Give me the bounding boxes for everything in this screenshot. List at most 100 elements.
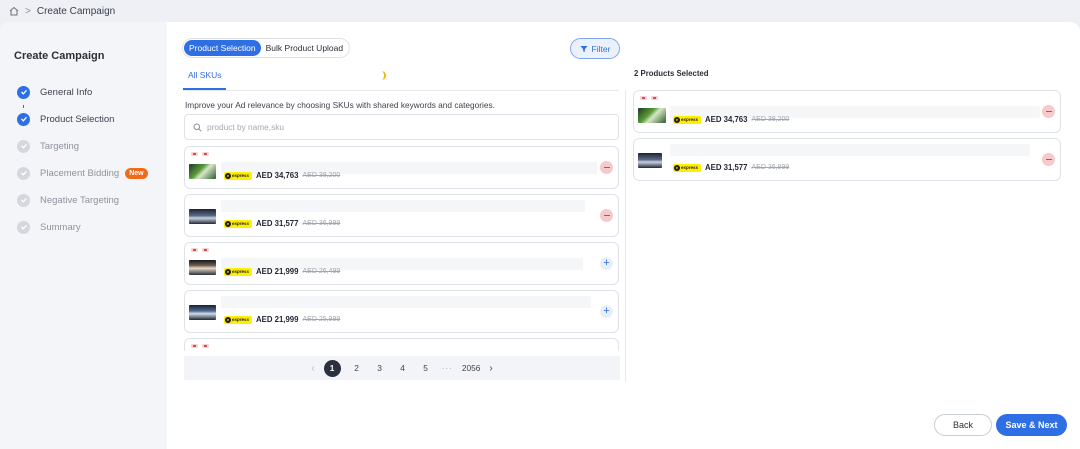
- product-tags: [191, 344, 209, 348]
- express-badge: e express: [224, 267, 252, 276]
- check-icon: [17, 166, 30, 180]
- remove-product-button[interactable]: [600, 209, 613, 222]
- product-card[interactable]: e express AED 21,999 AED 26,499 +: [184, 242, 619, 285]
- save-next-button[interactable]: Save & Next: [996, 414, 1067, 436]
- check-icon: [17, 85, 30, 99]
- add-product-button[interactable]: +: [600, 257, 613, 270]
- filter-icon: [580, 45, 588, 52]
- step-label: Product Selection: [40, 113, 115, 125]
- selected-product-card: e express AED 34,763 AED 38,200: [633, 90, 1061, 133]
- relevance-hint: Improve your Ad relevance by choosing SK…: [185, 100, 495, 110]
- check-icon: [17, 139, 30, 153]
- breadcrumb: > Create Campaign: [0, 0, 1080, 22]
- home-icon[interactable]: [9, 6, 19, 16]
- express-badge: e express: [224, 315, 252, 324]
- product-thumbnail: [189, 209, 216, 224]
- product-old-price: AED 26,499: [302, 268, 341, 275]
- price-row: e express AED 21,999 AED 26,499: [224, 267, 340, 276]
- price-row: e express AED 34,763 AED 38,200: [673, 115, 789, 124]
- flag-icon: [191, 248, 198, 252]
- sidebar-title: Create Campaign: [14, 50, 105, 62]
- tab-bulk-product-upload[interactable]: Bulk Product Upload: [261, 40, 349, 56]
- flag-icon: [640, 96, 647, 100]
- back-button[interactable]: Back: [934, 414, 992, 436]
- page-1[interactable]: 1: [323, 359, 341, 377]
- product-card[interactable]: e express AED 34,763 AED 38,200: [184, 146, 619, 189]
- filter-label: Filter: [591, 43, 611, 54]
- new-badge: New: [125, 167, 148, 179]
- search-field[interactable]: [184, 114, 619, 140]
- step-placement-bidding[interactable]: Placement Bidding New: [17, 166, 148, 180]
- tab-product-selection[interactable]: Product Selection: [184, 40, 261, 56]
- flag-icon: [202, 152, 209, 156]
- tab-all-skus[interactable]: All SKUs: [188, 70, 222, 80]
- step-label: General Info: [40, 86, 93, 98]
- product-old-price: AED 36,999: [302, 220, 341, 227]
- prev-page-icon[interactable]: ‹: [311, 363, 314, 374]
- page-4[interactable]: 4: [396, 363, 410, 373]
- product-tags: [191, 152, 209, 156]
- next-page-icon[interactable]: ›: [489, 363, 492, 374]
- product-title-placeholder: [221, 200, 585, 212]
- product-title-placeholder: [670, 144, 1030, 156]
- check-icon: [17, 193, 30, 207]
- sidebar: Create Campaign General Info Product Sel…: [0, 22, 167, 449]
- product-thumbnail: [638, 108, 666, 123]
- flag-icon: [202, 248, 209, 252]
- selection-mode-toggle: Product Selection Bulk Product Upload: [182, 38, 351, 58]
- search-input[interactable]: [207, 122, 607, 132]
- selected-old-price: AED 38,200: [751, 116, 790, 123]
- flag-icon: [202, 344, 209, 348]
- product-card[interactable]: e express AED 31,577 AED 36,999: [184, 194, 619, 237]
- page-ellipsis[interactable]: ···: [442, 363, 453, 373]
- filter-button[interactable]: Filter: [570, 38, 620, 59]
- price-row: e express AED 31,577 AED 36,999: [224, 219, 340, 228]
- page-2[interactable]: 2: [350, 363, 364, 373]
- selected-price: AED 34,763: [705, 115, 748, 124]
- price-row: e express AED 31,577 AED 36,999: [673, 163, 789, 172]
- product-thumbnail: [638, 153, 662, 168]
- remove-selected-button[interactable]: [1042, 153, 1055, 166]
- step-general-info[interactable]: General Info: [17, 85, 92, 99]
- express-badge: e express: [673, 163, 701, 172]
- step-label: Summary: [40, 221, 81, 233]
- tab-divider: [183, 90, 619, 91]
- product-price: AED 21,999: [256, 315, 299, 324]
- breadcrumb-separator: >: [25, 5, 31, 17]
- page-last[interactable]: 2056: [462, 363, 480, 373]
- loading-spinner-icon: [380, 71, 386, 80]
- product-old-price: AED 38,200: [302, 172, 341, 179]
- page-3[interactable]: 3: [373, 363, 387, 373]
- product-thumbnail: [189, 305, 216, 320]
- product-price: AED 21,999: [256, 267, 299, 276]
- product-thumbnail: [189, 164, 216, 179]
- product-old-price: AED 25,999: [302, 316, 341, 323]
- main-panel: Product Selection Bulk Product Upload Fi…: [167, 22, 1080, 449]
- step-negative-targeting[interactable]: Negative Targeting: [17, 193, 119, 207]
- selected-old-price: AED 36,999: [751, 164, 790, 171]
- check-icon: [17, 220, 30, 234]
- product-tags: [640, 96, 658, 100]
- remove-selected-button[interactable]: [1042, 105, 1055, 118]
- panel-divider: [625, 90, 626, 382]
- breadcrumb-current: Create Campaign: [36, 5, 116, 17]
- page-5[interactable]: 5: [419, 363, 433, 373]
- pagination: ‹ 1 2 3 4 5 ··· 2056 ›: [184, 356, 620, 380]
- step-product-selection[interactable]: Product Selection: [17, 112, 114, 126]
- product-list[interactable]: e express AED 34,763 AED 38,200 e express …: [184, 146, 620, 351]
- step-label: Targeting: [40, 140, 80, 152]
- product-card[interactable]: [184, 338, 619, 351]
- product-price: AED 31,577: [256, 219, 299, 228]
- add-product-button[interactable]: +: [600, 305, 613, 318]
- search-icon: [193, 123, 202, 132]
- step-summary[interactable]: Summary: [17, 220, 81, 234]
- flag-icon: [191, 152, 198, 156]
- flag-icon: [651, 96, 658, 100]
- selected-price: AED 31,577: [705, 163, 748, 172]
- remove-product-button[interactable]: [600, 161, 613, 174]
- step-targeting[interactable]: Targeting: [17, 139, 79, 153]
- product-card[interactable]: e express AED 21,999 AED 25,999 +: [184, 290, 619, 333]
- check-icon: [17, 112, 30, 126]
- product-price: AED 34,763: [256, 171, 299, 180]
- product-title-placeholder: [221, 296, 591, 308]
